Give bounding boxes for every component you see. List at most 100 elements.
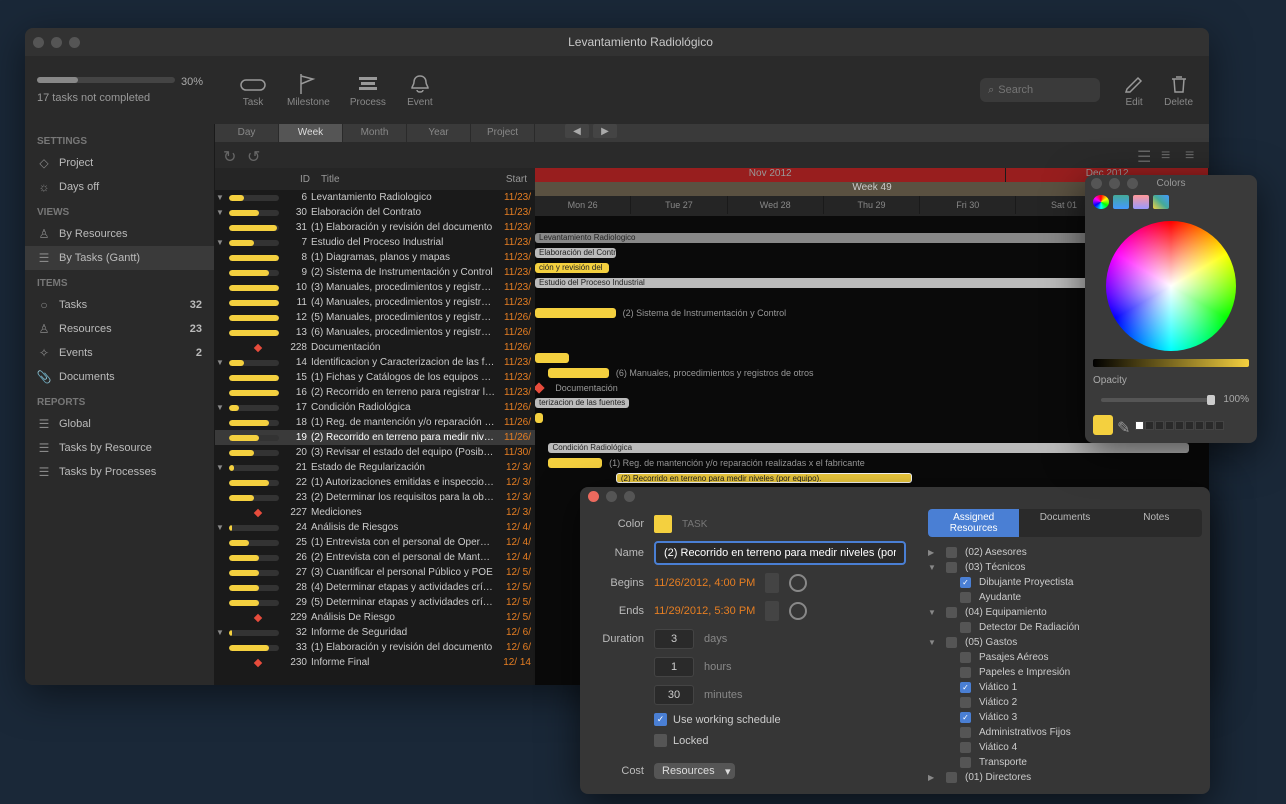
resource-checkbox[interactable] xyxy=(960,757,971,768)
swatch-cell[interactable] xyxy=(1165,421,1174,430)
resource-checkbox[interactable] xyxy=(946,562,957,573)
resource-checkbox[interactable] xyxy=(946,637,957,648)
inspector-zoom[interactable] xyxy=(624,491,635,502)
zoom-button[interactable] xyxy=(69,37,80,48)
task-row[interactable]: 13(6) Manuales, procedimientos y registr… xyxy=(215,325,535,340)
eyedropper-icon[interactable]: ✎ xyxy=(1117,418,1131,432)
resource-checkbox[interactable] xyxy=(946,547,957,558)
sidebar-tasks-by-processes[interactable]: ☰Tasks by Processes xyxy=(25,460,214,484)
sidebar-documents[interactable]: 📎Documents xyxy=(25,365,214,389)
disclosure-icon[interactable]: ▼ xyxy=(928,608,938,617)
task-row[interactable]: 228Documentación11/26/ xyxy=(215,340,535,355)
gantt-bar[interactable]: Elaboración del Contrato xyxy=(535,248,616,258)
task-row[interactable]: 25(1) Entrevista con el personal de Oper… xyxy=(215,535,535,550)
new-process-button[interactable]: Process xyxy=(350,73,386,108)
disclosure-icon[interactable]: ▼ xyxy=(215,463,225,472)
swatch-cell[interactable] xyxy=(1135,421,1144,430)
disclosure-icon[interactable]: ▼ xyxy=(215,358,225,367)
resource-item[interactable]: Transporte xyxy=(928,755,1202,770)
color-palette-mode[interactable] xyxy=(1133,195,1149,209)
resource-checkbox[interactable] xyxy=(960,697,971,708)
task-row[interactable]: 16(2) Recorrido en terreno para registra… xyxy=(215,385,535,400)
inspector-minimize[interactable] xyxy=(606,491,617,502)
resource-checkbox[interactable] xyxy=(960,592,971,603)
resource-item[interactable]: ▼(05) Gastos xyxy=(928,635,1202,650)
close-button[interactable] xyxy=(33,37,44,48)
locked-checkbox[interactable] xyxy=(654,734,667,747)
resource-item[interactable]: Ayudante xyxy=(928,590,1202,605)
color-sliders-mode[interactable] xyxy=(1113,195,1129,209)
task-row[interactable]: 27(3) Cuantificar el personal Público y … xyxy=(215,565,535,580)
disclosure-icon[interactable]: ▼ xyxy=(215,238,225,247)
ends-stepper[interactable] xyxy=(765,601,779,621)
resource-item[interactable]: ✓Dibujante Proyectista xyxy=(928,575,1202,590)
list-view-icon[interactable]: ☰ xyxy=(1137,147,1153,163)
task-row[interactable]: 20(3) Revisar el estado del equipo (Posi… xyxy=(215,445,535,460)
color-spectrum-mode[interactable] xyxy=(1153,195,1169,209)
task-row[interactable]: ▼7Estudio del Proceso Industrial11/23/ xyxy=(215,235,535,250)
edit-button[interactable]: Edit xyxy=(1120,73,1148,108)
task-row[interactable]: 10(3) Manuales, procedimientos y registr… xyxy=(215,280,535,295)
task-row[interactable]: ▼30Elaboración del Contrato11/23/ xyxy=(215,205,535,220)
disclosure-icon[interactable]: ▼ xyxy=(215,403,225,412)
color-wheel-mode[interactable] xyxy=(1093,195,1109,209)
task-row[interactable]: 229Análisis De Riesgo12/ 5/ xyxy=(215,610,535,625)
disclosure-icon[interactable]: ▼ xyxy=(215,628,225,637)
outdent-icon[interactable]: ≡ xyxy=(1185,147,1201,163)
disclosure-icon[interactable]: ▼ xyxy=(215,208,225,217)
sidebar-tasks[interactable]: ○Tasks32 xyxy=(25,293,214,317)
resource-item[interactable]: Detector De Radiación xyxy=(928,620,1202,635)
new-task-button[interactable]: Task xyxy=(239,73,267,108)
view-month[interactable]: Month xyxy=(343,124,407,142)
search-input[interactable] xyxy=(998,84,1092,96)
tab-notes[interactable]: Notes xyxy=(1111,509,1202,537)
task-row[interactable]: 11(4) Manuales, procedimientos y registr… xyxy=(215,295,535,310)
tab-documents[interactable]: Documents xyxy=(1019,509,1110,537)
swatch-cell[interactable] xyxy=(1205,421,1214,430)
task-row[interactable]: 18(1) Reg. de mantención y/o reparación … xyxy=(215,415,535,430)
swatch-cell[interactable] xyxy=(1185,421,1194,430)
sidebar-by-tasks[interactable]: ☰By Tasks (Gantt) xyxy=(25,246,214,270)
gantt-bar[interactable]: ción y revisión del xyxy=(535,263,609,273)
gantt-milestone[interactable] xyxy=(535,382,545,393)
color-wheel[interactable] xyxy=(1106,221,1236,351)
resource-checkbox[interactable]: ✓ xyxy=(960,682,971,693)
task-row[interactable]: 22(1) Autorizaciones emitidas e inspecci… xyxy=(215,475,535,490)
swatch-cell[interactable] xyxy=(1175,421,1184,430)
gantt-bar[interactable] xyxy=(548,458,602,468)
swatch-cell[interactable] xyxy=(1145,421,1154,430)
task-row[interactable]: 29(5) Determinar etapas y actividades cr… xyxy=(215,595,535,610)
clock-icon-2[interactable] xyxy=(789,602,807,620)
minimize-button[interactable] xyxy=(51,37,62,48)
resource-checkbox[interactable]: ✓ xyxy=(960,577,971,588)
colors-close[interactable] xyxy=(1091,178,1102,189)
resource-item[interactable]: Viático 2 xyxy=(928,695,1202,710)
resource-item[interactable]: ▶(01) Directores xyxy=(928,770,1202,785)
name-input[interactable] xyxy=(654,541,906,565)
resource-item[interactable]: Administrativos Fijos xyxy=(928,725,1202,740)
resource-item[interactable]: ▼(04) Equipamiento xyxy=(928,605,1202,620)
delete-button[interactable]: Delete xyxy=(1164,73,1193,108)
search-box[interactable]: ⌕ xyxy=(980,78,1100,102)
resource-checkbox[interactable] xyxy=(960,622,971,633)
task-row[interactable]: 23(2) Determinar los requisitos para la … xyxy=(215,490,535,505)
resource-checkbox[interactable] xyxy=(946,772,957,783)
gantt-bar[interactable]: Estudio del Proceso Industrial xyxy=(535,278,1175,288)
nav-next[interactable]: ▶ xyxy=(593,124,617,138)
clock-icon[interactable] xyxy=(789,574,807,592)
colors-minimize[interactable] xyxy=(1109,178,1120,189)
indent-icon[interactable]: ≡ xyxy=(1161,147,1177,163)
disclosure-icon[interactable]: ▼ xyxy=(928,563,938,572)
resource-checkbox[interactable] xyxy=(960,652,971,663)
duration-hours-input[interactable] xyxy=(654,657,694,677)
nav-prev[interactable]: ◀ xyxy=(565,124,589,138)
ends-value[interactable]: 11/29/2012, 5:30 PM xyxy=(654,605,755,617)
colors-zoom[interactable] xyxy=(1127,178,1138,189)
resource-checkbox[interactable] xyxy=(960,727,971,738)
resource-item[interactable]: Pasajes Aéreos xyxy=(928,650,1202,665)
task-row[interactable]: 12(5) Manuales, procedimientos y registr… xyxy=(215,310,535,325)
sidebar-project[interactable]: ◇Project xyxy=(25,151,214,175)
sidebar-days-off[interactable]: ☼Days off xyxy=(25,175,214,199)
gantt-bar[interactable]: Condición Radiológica xyxy=(548,443,1188,453)
swatch-cell[interactable] xyxy=(1195,421,1204,430)
